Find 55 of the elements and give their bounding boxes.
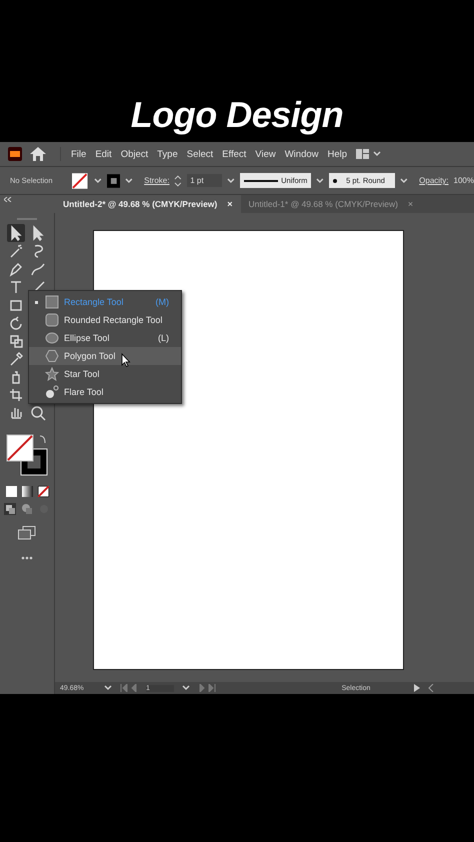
video-title: Logo Design — [130, 94, 344, 136]
document-tab[interactable]: Untitled-1* @ 49.68 % (CMYK/Preview) × — [240, 195, 422, 213]
draw-normal-icon[interactable] — [4, 503, 16, 515]
caret-icon[interactable] — [104, 685, 112, 691]
caret-icon[interactable] — [182, 685, 190, 691]
app-logo-icon[interactable] — [8, 147, 22, 161]
collapse-icon[interactable] — [4, 197, 12, 202]
document-tab[interactable]: Untitled-2* @ 49.68 % (CMYK/Preview) × — [55, 195, 241, 213]
menu-item[interactable]: Flare Tool — [29, 383, 181, 401]
play-icon[interactable] — [414, 684, 420, 692]
menu-item[interactable]: Help — [328, 148, 348, 160]
opacity-label[interactable]: Opacity: — [419, 176, 449, 185]
fill-swatch-icon[interactable] — [72, 172, 89, 188]
mouse-pointer-icon — [121, 353, 131, 367]
stroke-swatch-icon[interactable] — [106, 174, 120, 188]
gradient-icon[interactable] — [22, 486, 32, 496]
menu-item[interactable]: Select — [186, 148, 214, 160]
zoom-icon[interactable] — [29, 404, 47, 422]
opacity-value[interactable]: 100% — [454, 176, 474, 185]
workspace-icon[interactable] — [356, 149, 382, 159]
menu-item[interactable]: Rectangle Tool (M) — [29, 293, 181, 311]
color-icon[interactable] — [6, 486, 16, 496]
menu-item[interactable]: Rounded Rectangle Tool — [29, 311, 181, 329]
menu-item[interactable]: Edit — [95, 148, 112, 160]
menu-item[interactable]: Object — [120, 148, 148, 160]
menu-item[interactable]: Effect — [222, 148, 246, 160]
caret-icon[interactable] — [125, 178, 134, 184]
menu-item[interactable]: File — [71, 148, 86, 160]
stroke-label[interactable]: Stroke: — [144, 176, 170, 185]
menu-item[interactable]: Polygon Tool — [29, 347, 181, 365]
polygon-icon — [45, 349, 59, 363]
fill-stroke-icon[interactable] — [6, 434, 48, 476]
menu-item[interactable]: Ellipse Tool (L) — [29, 329, 181, 347]
stroke-weight-field[interactable]: 1 pt — [187, 174, 222, 187]
ellipse-icon — [45, 331, 59, 345]
home-icon[interactable] — [30, 147, 46, 161]
menu-item[interactable]: Window — [284, 148, 319, 160]
draw-behind-icon[interactable] — [21, 503, 33, 515]
menu-item[interactable]: Type — [157, 148, 178, 160]
flare-icon — [45, 385, 59, 399]
menu-item[interactable]: View — [255, 148, 276, 160]
caret-icon[interactable] — [94, 178, 102, 184]
artboard-icon[interactable] — [7, 386, 25, 404]
stepper-icon[interactable] — [174, 174, 182, 188]
caret-icon[interactable] — [316, 178, 324, 184]
chevron-left-icon[interactable] — [428, 684, 434, 692]
none-icon[interactable] — [38, 486, 48, 496]
star-icon — [45, 367, 59, 381]
screen-mode-icon[interactable] — [18, 526, 36, 540]
rectangle-icon — [45, 295, 59, 309]
caret-icon[interactable] — [400, 178, 408, 184]
more-icon[interactable] — [21, 556, 33, 560]
rounded-icon — [45, 313, 59, 327]
caret-icon[interactable] — [227, 178, 236, 184]
menu-item[interactable]: Star Tool — [29, 365, 181, 383]
